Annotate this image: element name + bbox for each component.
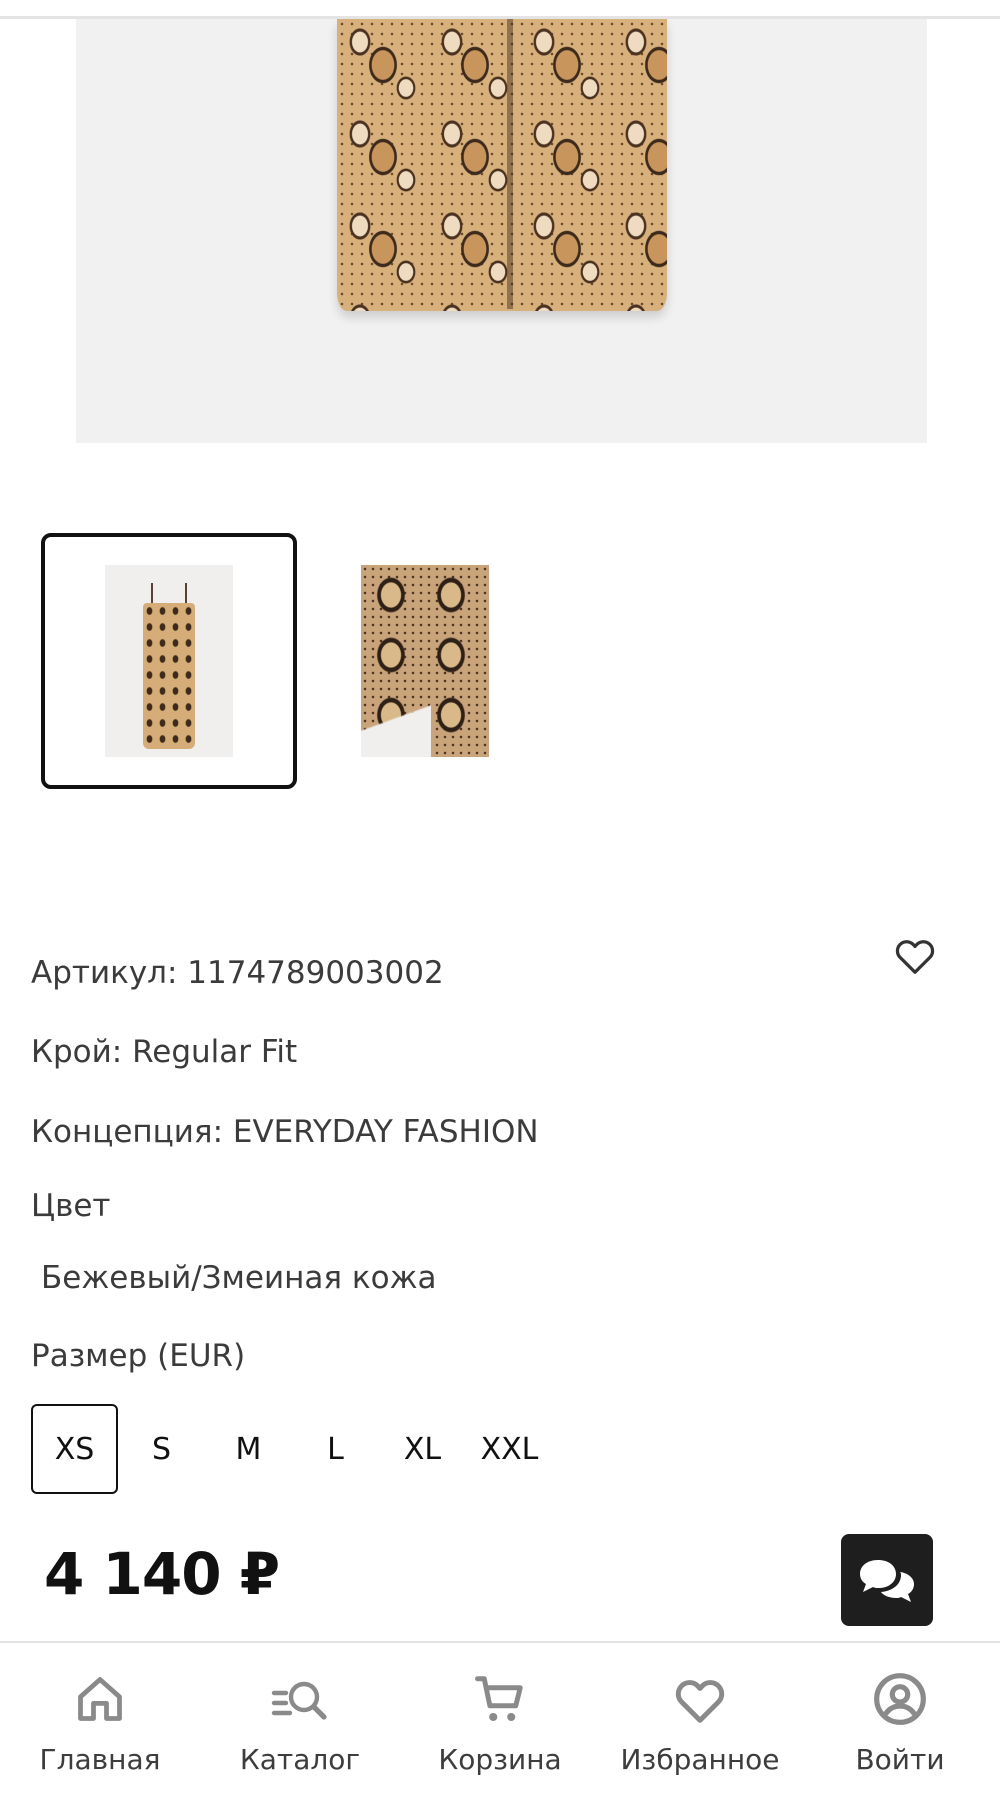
nav-home[interactable]: Главная [0,1643,200,1797]
fit-info: Крой: Regular Fit [31,1034,298,1070]
article-number: Артикул: 1174789003002 [31,955,444,991]
chat-button[interactable] [841,1534,933,1626]
nav-catalog-label: Каталог [239,1743,361,1776]
cart-icon [470,1669,530,1729]
size-option-xs[interactable]: XS [31,1404,118,1494]
heart-outline-icon [895,940,935,974]
catalog-search-icon [270,1669,330,1729]
dress-seam [507,19,513,309]
nav-favorites[interactable]: Избранное [600,1643,800,1797]
nav-login[interactable]: Войти [800,1643,1000,1797]
size-option-m[interactable]: M [205,1404,292,1494]
home-icon [70,1669,130,1729]
chat-bubbles-icon [860,1560,914,1602]
size-option-xxl[interactable]: XXL [466,1404,553,1494]
product-main-image[interactable] [76,19,927,443]
user-circle-icon [870,1669,930,1729]
dress-photo [337,19,667,311]
size-option-s[interactable]: S [118,1404,205,1494]
color-value: Бежевый/Змеиная кожа [41,1260,437,1296]
add-to-favorites-button[interactable] [890,932,940,978]
color-heading: Цвет [31,1188,111,1224]
nav-cart[interactable]: Корзина [400,1643,600,1797]
gallery-thumbnail-2[interactable] [297,533,553,789]
bottom-navigation: Главная Каталог Корзина Избранное Войти [0,1641,1000,1797]
nav-catalog[interactable]: Каталог [200,1643,400,1797]
nav-home-label: Главная [39,1743,161,1776]
nav-cart-label: Корзина [438,1743,562,1776]
nav-login-label: Войти [855,1743,945,1776]
thumbnail-image-full-dress [105,565,233,757]
heart-icon [670,1669,730,1729]
size-option-l[interactable]: L [292,1404,379,1494]
size-selector: XS S M L XL XXL [31,1404,553,1494]
nav-favorites-label: Избранное [620,1743,780,1776]
gallery-thumbnail-1[interactable] [41,533,297,789]
product-price: 4 140 ₽ [44,1540,280,1608]
concept-info: Концепция: EVERYDAY FASHION [31,1114,539,1150]
thumbnail-image-closeup [361,565,489,757]
size-heading: Размер (EUR) [31,1338,246,1374]
mini-dress-shape [143,603,195,749]
size-option-xl[interactable]: XL [379,1404,466,1494]
